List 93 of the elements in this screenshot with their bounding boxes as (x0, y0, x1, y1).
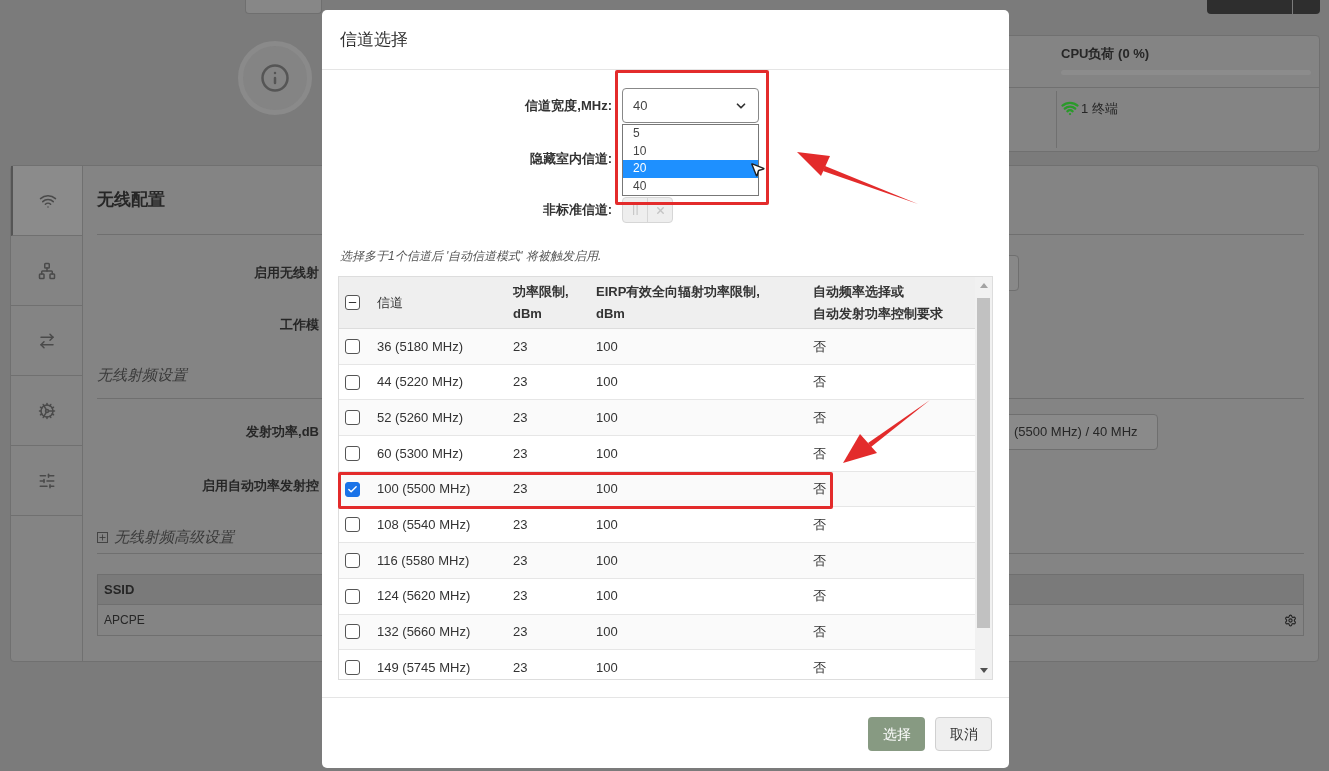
scrollbar[interactable] (975, 277, 992, 679)
checkbox[interactable] (345, 660, 360, 676)
settings-icon[interactable] (1284, 613, 1297, 627)
table-cell-text: 100 (595, 623, 619, 642)
table-cell-text: 23 (512, 373, 529, 392)
toggle-switch[interactable] (622, 197, 673, 223)
field-label: 工作模 (279, 316, 319, 335)
field-label: 非标准信道: (541, 201, 612, 220)
section-heading: 无线射频设置 (97, 365, 187, 385)
column-header: EIRP有效全向辐射功率限制, (596, 282, 760, 301)
table-cell-text: 132 (5660 MHz) (376, 623, 472, 642)
table-cell-text: 149 (5745 MHz) (376, 658, 472, 677)
table-cell-text: 100 (5500 MHz) (376, 480, 472, 499)
field-label: 信道宽度,MHz: (523, 96, 612, 115)
table-cell-text: 否 (812, 623, 827, 642)
sidebar-tab[interactable] (11, 166, 82, 236)
table-cell-text: 124 (5620 MHz) (376, 587, 472, 606)
checkbox[interactable] (345, 445, 360, 461)
table-cell-text: APCPE (104, 612, 145, 629)
table-cell-text: 23 (512, 480, 529, 499)
checkbox[interactable] (345, 624, 360, 640)
cpu-label: CPU负荷 (0 %) (1061, 45, 1151, 63)
scroll-up-icon (979, 283, 988, 288)
hint-text: 选择多于1个信道后 '自动信道模式' 将被触发启用. (340, 248, 602, 265)
table-cell-text: 23 (512, 658, 529, 677)
table-cell-text: 否 (812, 480, 827, 499)
wifi-icon (1061, 99, 1079, 117)
table-cell-text: 否 (812, 408, 827, 427)
dialog-title: 信道选择 (340, 28, 408, 51)
table-cell-text: 23 (512, 444, 529, 463)
table-cell-text: 100 (595, 408, 619, 427)
table-cell-text: 23 (512, 551, 529, 570)
checkbox[interactable] (345, 481, 360, 497)
checkbox[interactable] (345, 552, 360, 568)
checkbox[interactable] (345, 295, 360, 310)
table-cell-text: 116 (5580 MHz) (376, 551, 471, 570)
expand-icon[interactable] (97, 531, 108, 543)
grip-icon (632, 205, 638, 215)
table-cell-text: 否 (812, 444, 827, 463)
table-cell-text: 100 (595, 337, 619, 356)
dropdown-option[interactable]: 10 (623, 142, 758, 160)
dropdown-option[interactable]: 40 (623, 177, 758, 195)
table-cell-text: 23 (512, 516, 529, 535)
table-cell-text: 23 (512, 587, 529, 606)
column-header: 自动发射功率控制要求 (813, 304, 943, 323)
checkbox[interactable] (345, 338, 360, 354)
table-cell-text: 23 (512, 623, 529, 642)
scroll-down-icon (979, 668, 988, 673)
table-cell-text: 否 (812, 551, 827, 570)
column-header: dBm (513, 304, 542, 323)
table-cell-text: 23 (512, 408, 529, 427)
table-cell-text: 否 (812, 516, 827, 535)
cancel-button[interactable]: 取消 (935, 717, 992, 751)
clients-count: 1 终端 (1081, 100, 1118, 118)
table-cell-text: 100 (595, 480, 619, 499)
close-icon (654, 204, 666, 216)
table-cell-text: 100 (595, 444, 619, 463)
check-icon (347, 483, 358, 495)
scrollbar-thumb[interactable] (977, 298, 990, 628)
table-cell-text: 100 (595, 551, 619, 570)
table-cell-text: 否 (812, 658, 827, 677)
table-cell-text: 52 (5260 MHz) (376, 408, 464, 427)
column-header: 信道 (377, 293, 403, 312)
column-header: 自动频率选择或 (813, 282, 904, 301)
section-title: 无线配置 (97, 189, 165, 212)
table-cell-text: 100 (595, 373, 619, 392)
checkbox[interactable] (345, 517, 360, 533)
table-cell-text: 100 (595, 516, 619, 535)
table-cell-text: 23 (512, 337, 529, 356)
table-cell-text: 44 (5220 MHz) (376, 373, 464, 392)
arrows-icon (37, 331, 56, 350)
sliders-icon (37, 471, 56, 490)
network-icon (37, 261, 56, 280)
column-header: 功率限制, (513, 282, 569, 301)
field-label: 发射功率,dB (245, 423, 319, 442)
table-cell-text: 否 (812, 337, 827, 356)
checkbox[interactable] (345, 588, 360, 604)
table-cell-text: 否 (812, 373, 827, 392)
width-select[interactable]: 40 (622, 88, 759, 123)
table-cell-text: 60 (5300 MHz) (376, 444, 464, 463)
checkbox[interactable] (345, 374, 360, 390)
table-cell-text: 36 (5180 MHz) (376, 337, 464, 356)
field-label: 启用无线射 (253, 264, 319, 283)
dropdown-option[interactable]: 5 (623, 125, 758, 143)
table-cell-text: 否 (812, 587, 827, 606)
field-label: 隐藏室内信道: (528, 149, 612, 168)
field-label: 启用自动功率发射控 (201, 477, 319, 496)
table-cell-text: 100 (595, 587, 619, 606)
checkbox[interactable] (345, 410, 360, 426)
table-cell-text: 108 (5540 MHz) (376, 516, 472, 535)
column-header: dBm (596, 304, 625, 323)
table-cell-text: 100 (595, 658, 619, 677)
column-header: SSID (104, 580, 135, 599)
